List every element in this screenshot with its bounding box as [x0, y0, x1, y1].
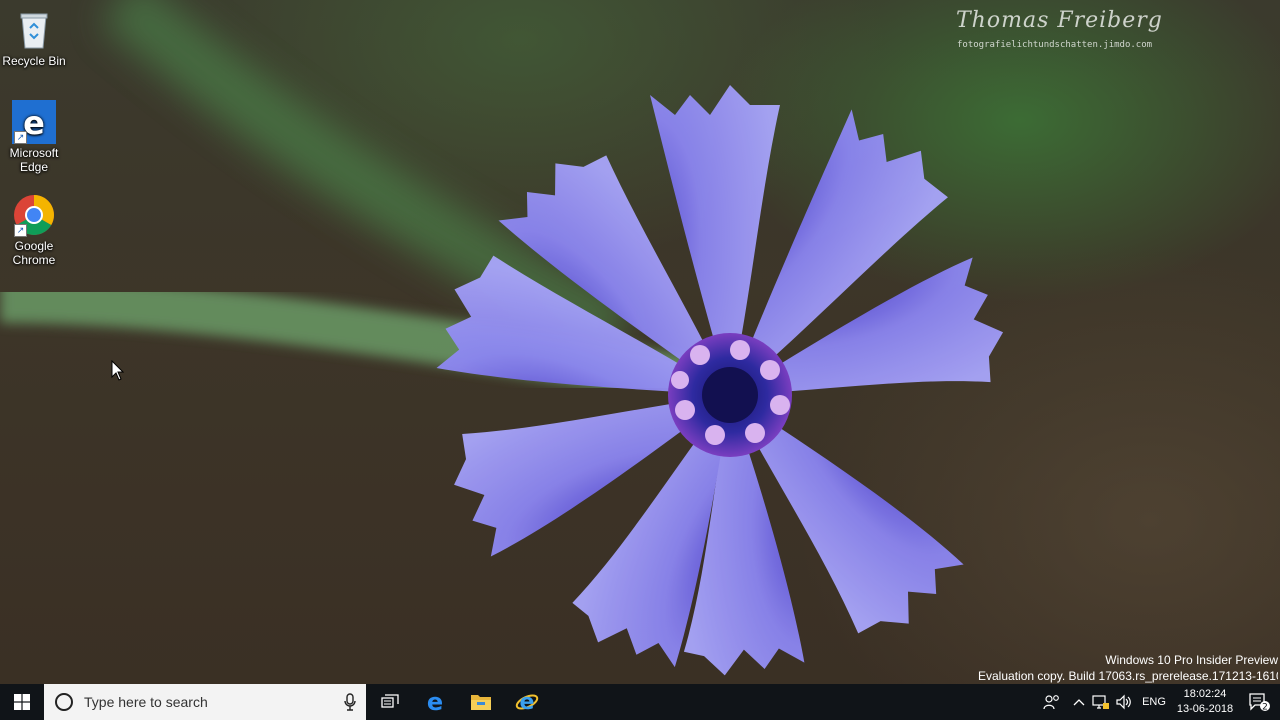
- people-icon: [1043, 695, 1059, 710]
- desktop-icon-label: Microsoft Edge: [9, 146, 59, 174]
- internet-explorer-icon: e: [515, 690, 539, 714]
- windows-logo-icon: [14, 694, 30, 710]
- svg-text:e: e: [427, 691, 443, 713]
- chevron-up-icon: [1073, 699, 1085, 706]
- input-language-label: ENG: [1142, 696, 1166, 708]
- desktop-icon-microsoft-edge[interactable]: e ↗ Microsoft Edge: [0, 100, 68, 174]
- network-button[interactable]: [1090, 684, 1112, 720]
- recycle-bin-icon: [12, 8, 56, 52]
- clock-button[interactable]: 18:02:24 13-06-2018: [1172, 684, 1238, 720]
- volume-icon: [1116, 694, 1131, 710]
- build-watermark-line1: Windows 10 Pro Insider Preview: [1105, 653, 1278, 667]
- volume-button[interactable]: [1112, 684, 1136, 720]
- build-watermark: Windows 10 Pro Insider Preview Evaluatio…: [978, 652, 1278, 684]
- desktop-wallpaper: [0, 0, 1004, 676]
- edge-icon: e ↗: [12, 100, 56, 144]
- desktop-icon-label: Recycle Bin: [2, 54, 66, 68]
- desktop-icon-google-chrome[interactable]: ↗ Google Chrome: [0, 193, 68, 267]
- microphone-icon[interactable]: [344, 693, 356, 711]
- shortcut-arrow-icon: ↗: [14, 224, 27, 237]
- taskbar: Type here to search e e ENG 18:02:24 13-…: [0, 684, 1280, 720]
- taskbar-app-file-explorer[interactable]: [458, 684, 504, 720]
- cortana-icon: [55, 693, 73, 711]
- photo-credit-url: fotografielichtundschatten.jimdo.com: [957, 40, 1153, 50]
- file-explorer-icon: [471, 695, 491, 710]
- notification-count: 2: [1262, 703, 1268, 713]
- input-language-button[interactable]: ENG: [1136, 684, 1172, 720]
- notification-icon: 2: [1249, 693, 1270, 713]
- svg-text:e: e: [520, 690, 535, 714]
- desktop-icon-recycle-bin[interactable]: Recycle Bin: [0, 8, 68, 68]
- action-center-button[interactable]: 2: [1238, 684, 1280, 720]
- taskbar-app-edge[interactable]: e: [412, 684, 458, 720]
- desktop-icon-label: Google Chrome: [12, 239, 56, 267]
- search-placeholder: Type here to search: [84, 694, 208, 710]
- task-view-button[interactable]: [368, 684, 412, 720]
- clock-date: 13-06-2018: [1176, 703, 1234, 715]
- mouse-cursor-icon: [111, 360, 125, 381]
- show-hidden-icons-button[interactable]: [1068, 684, 1090, 720]
- taskbar-app-internet-explorer[interactable]: e: [504, 684, 550, 720]
- search-input[interactable]: Type here to search: [44, 684, 366, 720]
- system-tray: ENG 18:02:24 13-06-2018 2: [1036, 684, 1280, 720]
- start-button[interactable]: [0, 684, 44, 720]
- shortcut-arrow-icon: ↗: [14, 131, 27, 144]
- network-icon: [1092, 695, 1109, 709]
- clock-time: 18:02:24: [1183, 688, 1227, 700]
- build-watermark-line2: Evaluation copy. Build 17063.rs_prerelea…: [978, 669, 1278, 683]
- task-view-icon: [381, 694, 399, 708]
- chrome-icon: ↗: [12, 193, 56, 237]
- photo-credit-signature: Thomas Freiberg: [956, 8, 1163, 33]
- people-button[interactable]: [1036, 684, 1068, 720]
- edge-icon: e: [427, 691, 443, 713]
- cornflower: [436, 85, 1004, 676]
